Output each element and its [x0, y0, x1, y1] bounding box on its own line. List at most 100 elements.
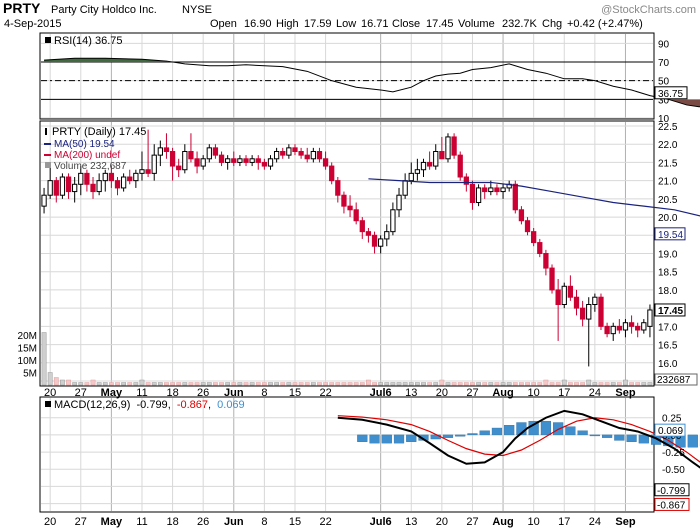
price-x-tick-label: 10	[528, 387, 540, 399]
volume-bar	[567, 382, 573, 386]
price-x-tick-label: Aug	[492, 387, 513, 399]
candle-body	[41, 194, 47, 207]
candle-body	[273, 151, 280, 160]
volume-bar	[274, 382, 280, 386]
ma50-legend-text: MA(50) 19.54	[54, 139, 115, 150]
candle-body	[267, 158, 274, 167]
candle-body	[592, 296, 598, 306]
volume-bar	[121, 382, 127, 386]
candle-body	[304, 154, 310, 160]
price-y-tick-label: 18.0	[658, 286, 678, 297]
volume-bar	[421, 382, 426, 386]
volume-bar	[310, 382, 316, 386]
macd-legend-macd: -0.799	[136, 399, 167, 411]
volume-bar	[494, 382, 500, 386]
macd-histogram-bar	[491, 427, 503, 436]
candle-body	[531, 231, 537, 244]
volume-bar	[396, 382, 402, 386]
volume-bar	[427, 382, 433, 386]
candle-body	[292, 147, 298, 153]
volume-bar	[414, 382, 420, 386]
macd-histogram-bar	[687, 434, 698, 448]
macd-histogram-bar	[626, 434, 637, 442]
stockcharts-watermark: @StockCharts.com	[601, 4, 696, 16]
price-x-tick-label: 26	[197, 387, 209, 399]
candle-body	[206, 147, 212, 160]
candle-body	[188, 151, 194, 160]
volume-bar	[549, 382, 555, 386]
quote-date: 4-Sep-2015	[4, 18, 62, 30]
price-y-tick-label: 22.5	[658, 122, 678, 133]
candle-body	[567, 285, 574, 298]
volume-bar	[610, 382, 616, 386]
price-x-tick-label: Jun	[224, 387, 244, 399]
volume-last-label: 232687	[657, 375, 691, 386]
close-label: Close	[392, 18, 420, 30]
volume-label: Volume	[458, 18, 495, 30]
candle-body	[335, 180, 341, 196]
macd-histogram-bar	[381, 434, 392, 444]
macd-histogram-bar	[442, 434, 454, 438]
volume-bar	[304, 382, 310, 386]
macd-x-tick-label: 8	[261, 516, 267, 528]
volume-bar	[194, 382, 200, 386]
macd-value: -0.799	[657, 486, 686, 497]
price-x-tick-label: 20	[436, 387, 448, 399]
macd-histogram-bar	[638, 434, 649, 444]
volume-bar	[555, 382, 561, 386]
volume-bar	[292, 382, 298, 386]
volume-bar	[96, 382, 102, 386]
macd-histogram-bar	[455, 434, 466, 437]
candle-body	[163, 147, 170, 153]
candle-body	[47, 180, 53, 196]
macd-x-tick-label: 10	[528, 516, 540, 528]
volume-bar	[451, 382, 457, 386]
macd-legend-signal: -0.867	[177, 399, 208, 411]
candle-body	[512, 183, 518, 211]
exchange-name: NYSE	[182, 4, 212, 16]
volume-bar	[170, 382, 175, 386]
macd-legend-hist: 0.069	[217, 399, 245, 411]
volume-bar	[457, 382, 463, 386]
macd-histogram-bar	[467, 433, 478, 436]
macd-histogram-bar	[565, 426, 576, 436]
price-y-tick-label: 17.0	[658, 322, 678, 333]
volume-bar	[439, 379, 445, 386]
candle-body	[457, 154, 463, 178]
candle-body	[482, 187, 488, 193]
candle-body	[524, 220, 531, 233]
volume-bar	[72, 382, 78, 386]
candle-body	[157, 147, 163, 156]
volume-bar	[231, 382, 237, 386]
open-value: 16.90	[244, 18, 272, 30]
volume-legend-swatch	[45, 162, 51, 168]
candle-body	[384, 231, 390, 240]
volume-bar	[482, 382, 488, 386]
volume-bar	[641, 382, 647, 386]
volume-bar	[647, 382, 653, 386]
volume-bar	[261, 382, 267, 386]
candle-body	[518, 209, 525, 222]
candle-body	[151, 154, 157, 174]
candle-body	[127, 176, 133, 182]
volume-bar	[182, 382, 188, 386]
volume-bar	[243, 382, 249, 386]
candle-body	[72, 183, 78, 193]
candle-body	[488, 187, 494, 193]
candle-body	[286, 147, 292, 156]
candle-body	[120, 176, 127, 189]
rsi-legend-swatch	[45, 37, 51, 43]
candle-body	[133, 172, 139, 182]
macd-x-tick-label: 17	[558, 516, 570, 528]
volume-bar	[219, 382, 224, 386]
candle-body	[329, 165, 335, 182]
price-y-tick-label: 18.5	[658, 268, 678, 279]
volume-bar	[145, 382, 151, 386]
macd-histogram-bar	[479, 430, 490, 436]
volume-bar	[90, 379, 96, 386]
volume-bar	[115, 382, 120, 386]
rsi-legend-text: RSI(14) 36.75	[54, 35, 122, 47]
macd-histogram-bar	[602, 434, 613, 438]
volume-bar	[139, 379, 145, 386]
volume-bar	[537, 382, 543, 386]
